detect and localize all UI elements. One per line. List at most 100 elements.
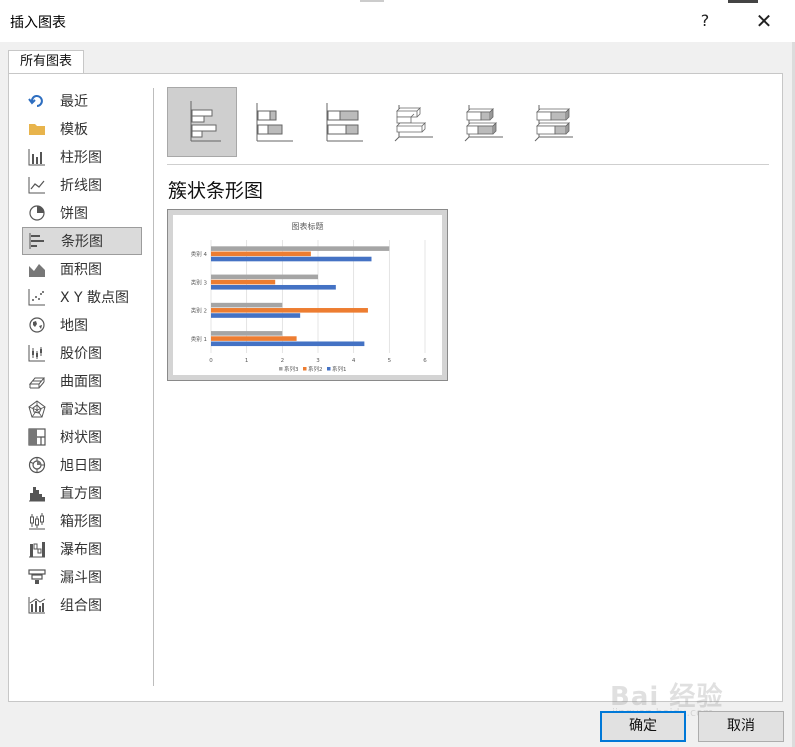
percent-stacked-bar-3d-icon xyxy=(529,97,575,147)
waterfall-icon xyxy=(28,540,46,558)
subtype-clustered-bar-3d[interactable] xyxy=(377,87,447,157)
legend-label: 系列2 xyxy=(308,365,323,373)
sidebar-item-label: 地图 xyxy=(60,318,88,334)
sidebar-item-templates[interactable]: 模板 xyxy=(22,115,142,143)
chart-title: 图表标题 xyxy=(292,221,324,231)
bar-系列1-0 xyxy=(211,341,365,347)
pie-chart-icon xyxy=(28,204,46,222)
bar-系列2-0 xyxy=(211,336,297,341)
column-chart-icon xyxy=(28,148,46,166)
sidebar-item-radar[interactable]: 雷达图 xyxy=(22,395,142,423)
category-label: 类别 4 xyxy=(191,250,208,258)
bar-系列2-1 xyxy=(211,308,368,313)
legend-swatch xyxy=(303,367,307,371)
category-label: 类别 3 xyxy=(191,278,208,286)
legend-swatch xyxy=(279,367,283,371)
bar-系列3-3 xyxy=(211,246,390,251)
sidebar-item-label: 最近 xyxy=(60,94,88,110)
sidebar-item-recent[interactable]: 最近 xyxy=(22,87,142,115)
vertical-divider xyxy=(153,88,154,686)
bar-系列2-2 xyxy=(211,279,276,285)
sidebar-item-surface[interactable]: 曲面图 xyxy=(22,367,142,395)
sidebar-item-label: 面积图 xyxy=(60,262,102,278)
sidebar-item-label: 柱形图 xyxy=(60,150,102,166)
background-fragment xyxy=(728,0,758,3)
sidebar-item-label: 组合图 xyxy=(60,598,102,614)
sidebar-item-treemap[interactable]: 树状图 xyxy=(22,423,142,451)
sidebar-item-waterfall[interactable]: 瀑布图 xyxy=(22,535,142,563)
chart-preview[interactable]: 图表标题 0 1 2 3 4 5 6 类别 1 类别 2 类别 3 类别 4 系列3 系列2 系列1 xyxy=(167,209,448,381)
sidebar-item-label: 瀑布图 xyxy=(60,542,102,558)
sidebar-item-pie[interactable]: 饼图 xyxy=(22,199,142,227)
bar-chart-icon xyxy=(29,232,47,250)
subtype-stacked-bar[interactable] xyxy=(237,87,307,157)
area-chart-icon xyxy=(28,260,46,278)
category-label: 类别 1 xyxy=(191,335,207,343)
bar-系列3-1 xyxy=(211,302,283,308)
subtype-percent-stacked-bar-3d[interactable] xyxy=(517,87,587,157)
sidebar-item-scatter[interactable]: X Y 散点图 xyxy=(22,283,142,311)
category-label: 类别 2 xyxy=(191,307,207,315)
radar-chart-icon xyxy=(28,400,46,418)
background-fragment xyxy=(360,0,384,2)
funnel-icon xyxy=(28,568,46,586)
close-button[interactable]: ✕ xyxy=(748,7,780,35)
surface-chart-icon xyxy=(28,372,46,390)
x-tick-label: 3 xyxy=(316,358,320,364)
clustered-bar-icon xyxy=(179,97,225,147)
tab-all-charts[interactable]: 所有图表 xyxy=(8,50,84,74)
treemap-icon xyxy=(28,428,46,446)
histogram-icon xyxy=(28,484,46,502)
scatter-chart-icon xyxy=(28,288,46,306)
subtype-percent-stacked-bar[interactable] xyxy=(307,87,377,157)
bar-系列3-2 xyxy=(211,274,318,280)
sidebar-item-label: 饼图 xyxy=(60,206,88,222)
subtype-stacked-bar-3d[interactable] xyxy=(447,87,517,157)
x-tick-label: 0 xyxy=(209,358,213,364)
help-button[interactable]: ? xyxy=(690,7,720,35)
dialog-title: 插入图表 xyxy=(10,15,66,31)
combo-chart-icon xyxy=(28,596,46,614)
x-tick-label: 1 xyxy=(245,358,249,364)
sunburst-icon xyxy=(28,456,46,474)
sidebar-item-funnel[interactable]: 漏斗图 xyxy=(22,563,142,591)
stacked-bar-icon xyxy=(249,97,295,147)
sidebar-item-stock[interactable]: 股价图 xyxy=(22,339,142,367)
sidebar-item-histogram[interactable]: 直方图 xyxy=(22,479,142,507)
sidebar-item-area[interactable]: 面积图 xyxy=(22,255,142,283)
bar-系列2-3 xyxy=(211,251,311,257)
sidebar-item-sunburst[interactable]: 旭日图 xyxy=(22,451,142,479)
sidebar-item-bar[interactable]: 条形图 xyxy=(22,227,142,255)
subtype-clustered-bar[interactable] xyxy=(167,87,237,157)
sidebar-item-box-whisker[interactable]: 箱形图 xyxy=(22,507,142,535)
sidebar-item-label: 漏斗图 xyxy=(60,570,102,586)
clustered-bar-3d-icon xyxy=(389,97,435,147)
sidebar-item-map[interactable]: 地图 xyxy=(22,311,142,339)
sidebar-item-label: 股价图 xyxy=(60,346,102,362)
x-tick-label: 5 xyxy=(388,358,392,364)
sidebar-item-column[interactable]: 柱形图 xyxy=(22,143,142,171)
sidebar-item-combo[interactable]: 组合图 xyxy=(22,591,142,619)
legend-label: 系列3 xyxy=(284,365,299,373)
sidebar-item-label: 直方图 xyxy=(60,486,102,502)
sidebar-item-label: 折线图 xyxy=(60,178,102,194)
chart-type-list: 最近 模板 柱形图 折线图 饼图 条形图 面积图 X Y 散点图 地图 股价图 … xyxy=(22,87,142,619)
bar-chart-preview: 图表标题 0 1 2 3 4 5 6 类别 1 类别 2 类别 3 类别 4 系列3 系列2 系列1 xyxy=(191,221,428,373)
sidebar-item-line[interactable]: 折线图 xyxy=(22,171,142,199)
sidebar-item-label: X Y 散点图 xyxy=(60,290,130,306)
ok-button[interactable]: 确定 xyxy=(600,711,686,742)
stock-chart-icon xyxy=(28,344,46,362)
legend-label: 系列1 xyxy=(332,365,347,373)
chart-preview-canvas: 图表标题 0 1 2 3 4 5 6 类别 1 类别 2 类别 3 类别 4 系列3 系列2 系列1 xyxy=(173,215,442,375)
bar-系列3-0 xyxy=(211,331,283,336)
sidebar-item-label: 树状图 xyxy=(60,430,102,446)
x-tick-label: 6 xyxy=(423,358,427,364)
bar-系列1-1 xyxy=(211,313,301,318)
sidebar-item-label: 雷达图 xyxy=(60,402,102,418)
sidebar-item-label: 模板 xyxy=(60,122,88,138)
chart-subtype-name: 簇状条形图 xyxy=(168,180,264,202)
bar-系列1-2 xyxy=(211,284,336,290)
bar-系列1-3 xyxy=(211,256,372,262)
percent-stacked-bar-icon xyxy=(319,97,365,147)
cancel-button[interactable]: 取消 xyxy=(698,711,784,742)
